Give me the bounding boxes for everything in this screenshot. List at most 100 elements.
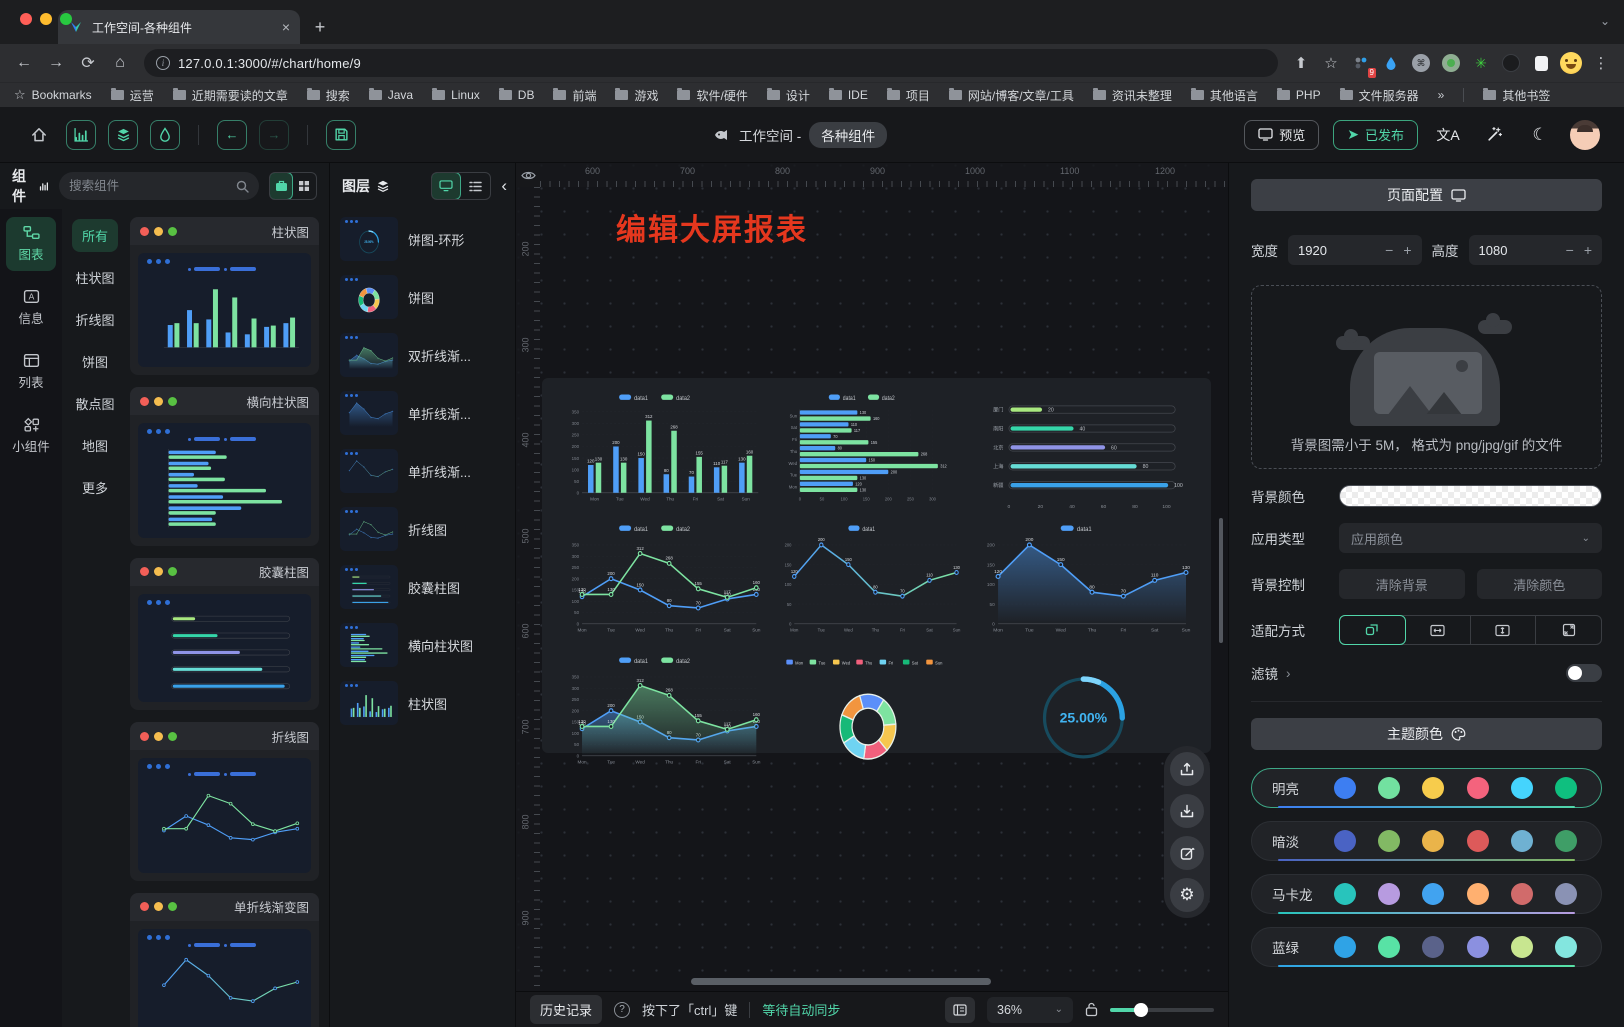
component-search[interactable] bbox=[59, 172, 259, 200]
bg-color-swatch[interactable] bbox=[1339, 485, 1602, 507]
theme-color-dot[interactable] bbox=[1555, 830, 1577, 852]
background-upload-dropzone[interactable]: 背景图需小于 5M， 格式为 png/jpg/gif 的文件 bbox=[1251, 285, 1602, 469]
bookmark-item[interactable]: IDE bbox=[829, 87, 868, 104]
clear-color-button[interactable]: 清除颜色 bbox=[1477, 569, 1603, 599]
clear-background-button[interactable]: 清除背景 bbox=[1339, 569, 1465, 599]
extension-drop-icon[interactable] bbox=[1378, 50, 1404, 76]
theme-color-dot[interactable] bbox=[1334, 936, 1356, 958]
fit-height-button[interactable] bbox=[1471, 616, 1537, 644]
export-button[interactable] bbox=[1170, 752, 1204, 786]
category-饼图[interactable]: 饼图 bbox=[72, 345, 118, 378]
theme-color-dot[interactable] bbox=[1511, 830, 1533, 852]
extension-notebook-icon[interactable] bbox=[1528, 50, 1554, 76]
rail-item-info[interactable]: A 信息 bbox=[6, 281, 56, 335]
preview-chart-progress-ring[interactable]: 25.00% bbox=[970, 651, 1197, 778]
bookmark-item[interactable]: PHP bbox=[1277, 87, 1321, 104]
toggle-components-button[interactable] bbox=[66, 120, 96, 150]
site-info-icon[interactable]: i bbox=[156, 56, 170, 70]
rail-item-widgets[interactable]: 小组件 bbox=[6, 409, 56, 463]
preview-chart-area-double[interactable]: data1data2050100150200250300350MonTueWed… bbox=[556, 651, 766, 778]
tab-search-icon[interactable]: ⌄ bbox=[1600, 14, 1610, 28]
traffic-lights[interactable] bbox=[20, 13, 72, 25]
layer-item[interactable]: 单折线渐... bbox=[340, 391, 505, 435]
theme-color-dot[interactable] bbox=[1378, 830, 1400, 852]
theme-color-dot[interactable] bbox=[1334, 883, 1356, 905]
new-tab-button[interactable]: + bbox=[306, 13, 334, 41]
url-text[interactable]: 127.0.0.1:3000/#/chart/home/9 bbox=[178, 56, 361, 71]
extension-star-icon[interactable]: ✳ bbox=[1468, 50, 1494, 76]
theme-color-dot[interactable] bbox=[1422, 936, 1444, 958]
bookmark-item[interactable]: 前端 bbox=[553, 87, 596, 104]
height-decrement[interactable]: − bbox=[1566, 242, 1574, 258]
other-bookmarks[interactable]: 其他书签 bbox=[1483, 87, 1550, 104]
browser-tab[interactable]: 工作空间-各种组件 × bbox=[58, 10, 300, 44]
theme-color-dot[interactable] bbox=[1422, 883, 1444, 905]
preview-chart-bar-grouped[interactable]: data1data2050100150200250300350Mon120130… bbox=[556, 388, 766, 515]
preview-chart-capsule[interactable]: 厦门20南阳40北京60上海80新疆100020406080100 bbox=[970, 388, 1197, 515]
bookmarks-overflow-icon[interactable]: » bbox=[1438, 88, 1445, 102]
filter-toggle[interactable] bbox=[1566, 664, 1602, 682]
layer-item[interactable]: 饼图 bbox=[340, 275, 505, 319]
width-stepper[interactable]: 1920 −+ bbox=[1288, 235, 1422, 265]
height-increment[interactable]: + bbox=[1584, 242, 1592, 258]
search-input[interactable] bbox=[69, 179, 230, 193]
forward-button[interactable]: → bbox=[42, 49, 70, 77]
category-所有[interactable]: 所有 bbox=[72, 219, 118, 252]
bookmark-item[interactable]: 文件服务器 bbox=[1340, 87, 1419, 104]
theme-color-dot[interactable] bbox=[1378, 883, 1400, 905]
theme-row-暗淡[interactable]: 暗淡 bbox=[1251, 821, 1602, 861]
preview-chart-line-double[interactable]: data1data2050100150200250300350MonTueWed… bbox=[556, 519, 766, 646]
layer-view-list-button[interactable] bbox=[460, 173, 490, 199]
design-canvas[interactable]: 6007008009001000110012001300 20030040050… bbox=[516, 163, 1228, 991]
view-box-button[interactable] bbox=[269, 172, 293, 200]
category-更多[interactable]: 更多 bbox=[72, 471, 118, 504]
minimize-window-button[interactable] bbox=[40, 13, 52, 25]
theme-color-dot[interactable] bbox=[1378, 777, 1400, 799]
settings-gear-icon[interactable]: ⚙ bbox=[1170, 878, 1204, 912]
vertical-scrollbar[interactable] bbox=[1219, 518, 1223, 643]
bookmark-item[interactable]: Java bbox=[369, 87, 413, 104]
theme-color-header[interactable]: 主题颜色 bbox=[1251, 718, 1602, 750]
import-button[interactable] bbox=[1170, 794, 1204, 828]
component-card[interactable]: 单折线渐变图 bbox=[130, 893, 319, 1027]
theme-color-dot[interactable] bbox=[1467, 830, 1489, 852]
magic-wand-icon[interactable] bbox=[1478, 126, 1510, 143]
redo-button[interactable]: → bbox=[259, 120, 289, 150]
preview-chart-hbar-grouped[interactable]: data1data2050100150200250300Mon120130Tue… bbox=[770, 388, 966, 515]
fit-auto-button[interactable] bbox=[1339, 615, 1406, 645]
app-home-icon[interactable] bbox=[24, 120, 54, 150]
big-screen-title-text[interactable]: 编辑大屏报表 bbox=[616, 205, 808, 249]
page-config-header[interactable]: 页面配置 bbox=[1251, 179, 1602, 211]
bookmark-item[interactable]: 资讯未整理 bbox=[1093, 87, 1172, 104]
reload-button[interactable]: ⟳ bbox=[74, 49, 102, 77]
extension-command-icon[interactable]: ⌘ bbox=[1408, 50, 1434, 76]
layer-item[interactable]: 25.00%饼图-环形 bbox=[340, 217, 505, 261]
theme-color-dot[interactable] bbox=[1511, 936, 1533, 958]
profile-avatar[interactable] bbox=[1558, 50, 1584, 76]
collapse-panel-icon[interactable]: ‹ bbox=[501, 176, 507, 196]
share-icon[interactable]: ⬆ bbox=[1288, 50, 1314, 76]
height-value[interactable]: 1080 bbox=[1479, 243, 1566, 258]
lock-icon[interactable] bbox=[1085, 1002, 1098, 1017]
bookmark-star-icon[interactable]: ☆ bbox=[1318, 50, 1344, 76]
rail-item-list[interactable]: 列表 bbox=[6, 345, 56, 399]
theme-color-dot[interactable] bbox=[1334, 830, 1356, 852]
category-地图[interactable]: 地图 bbox=[72, 429, 118, 462]
theme-color-dot[interactable] bbox=[1422, 777, 1444, 799]
url-field[interactable]: i 127.0.0.1:3000/#/chart/home/9 bbox=[144, 49, 1278, 77]
chrome-menu-icon[interactable]: ⋮ bbox=[1588, 50, 1614, 76]
theme-color-dot[interactable] bbox=[1467, 936, 1489, 958]
theme-color-dot[interactable] bbox=[1422, 830, 1444, 852]
preview-button[interactable]: 预览 bbox=[1244, 120, 1319, 150]
theme-row-蓝绿[interactable]: 蓝绿 bbox=[1251, 927, 1602, 967]
preview-chart-line-single[interactable]: data1050100150200MonTueWedThuFriSatSun12… bbox=[770, 519, 966, 646]
help-icon[interactable]: ? bbox=[614, 1002, 630, 1018]
extension-dark-icon[interactable] bbox=[1498, 50, 1524, 76]
extension-green-icon[interactable] bbox=[1438, 50, 1464, 76]
workspace-name[interactable]: 各种组件 bbox=[809, 122, 887, 148]
horizontal-scrollbar[interactable] bbox=[691, 978, 991, 985]
maximize-window-button[interactable] bbox=[60, 13, 72, 25]
preview-chart-area-single[interactable]: data1050100150200MonTueWedThuFriSatSun12… bbox=[970, 519, 1197, 646]
toggle-layers-button[interactable] bbox=[108, 120, 138, 150]
theme-color-dot[interactable] bbox=[1467, 883, 1489, 905]
